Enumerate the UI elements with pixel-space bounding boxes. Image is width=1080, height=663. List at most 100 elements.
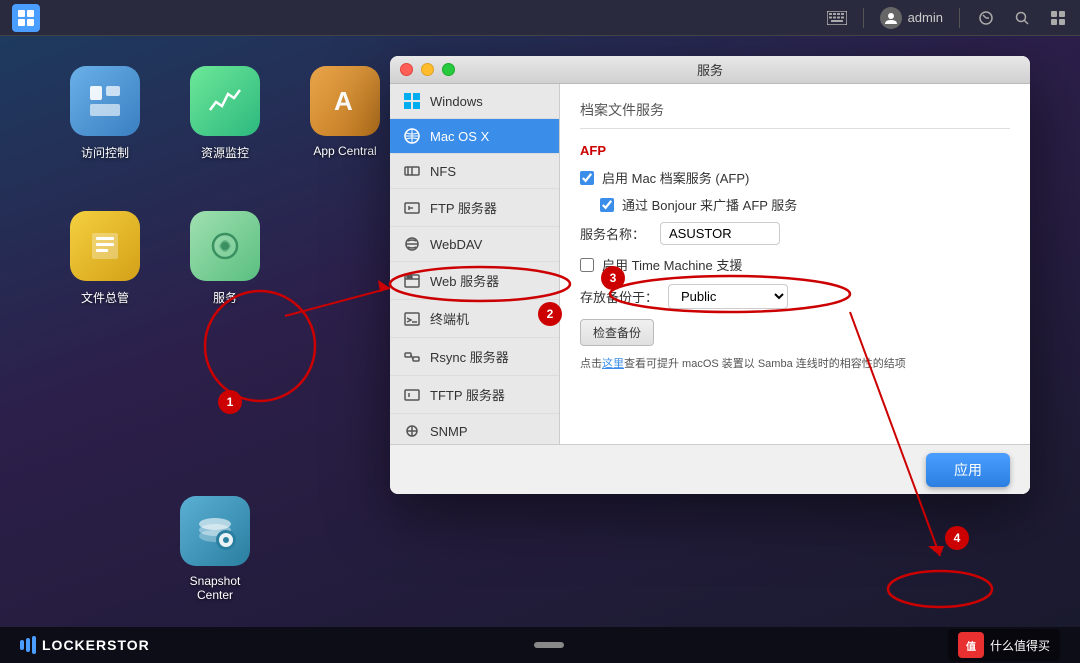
sidebar-item-windows[interactable]: Windows: [390, 84, 559, 119]
service-dialog: 服务 Windows: [390, 56, 1030, 494]
icon-access-control[interactable]: 访问控制: [60, 66, 150, 161]
watermark: 值 什么值得买: [948, 629, 1060, 661]
snapshot-label: Snapshot Center: [170, 574, 260, 602]
svg-text:1: 1: [227, 395, 234, 409]
windows-icon: [402, 93, 422, 109]
backup-share-select[interactable]: Public: [668, 284, 788, 309]
icon-app-central[interactable]: A App Central: [300, 66, 390, 161]
ftp-label: FTP 服务器: [430, 198, 497, 217]
snmp-icon: [402, 423, 422, 439]
enable-afp-row: 启用 Mac 档案服务 (AFP): [580, 168, 1010, 187]
sidebar-item-nfs[interactable]: NFS: [390, 154, 559, 189]
keyboard-icon[interactable]: [827, 8, 847, 28]
taskbar-right: 值 什么值得买: [948, 629, 1060, 661]
service-name-label: 服务名称：: [580, 224, 650, 243]
dialog-titlebar: 服务: [390, 56, 1030, 84]
access-control-label: 访问控制: [81, 144, 129, 161]
monitor-img: [190, 66, 260, 136]
icon-service[interactable]: 服务: [180, 211, 270, 306]
minimize-button[interactable]: [421, 63, 434, 76]
grid-icon[interactable]: [1048, 8, 1068, 28]
service-img: [190, 211, 260, 281]
note-link[interactable]: 这里: [602, 358, 624, 370]
sidebar-item-terminal[interactable]: 终端机: [390, 300, 559, 338]
afp-heading: AFP: [580, 143, 1010, 158]
stripe-3: [32, 636, 36, 654]
stripe-2: [26, 638, 30, 652]
backup-share-row: 存放备份于： Public: [580, 284, 1010, 309]
webdav-label: WebDAV: [430, 237, 482, 252]
files-img: [70, 211, 140, 281]
sidebar-item-ftp[interactable]: FTP 服务器: [390, 189, 559, 227]
enable-afp-label: 启用 Mac 档案服务 (AFP): [602, 168, 749, 187]
avatar: [880, 7, 902, 29]
ftp-icon: [402, 200, 422, 216]
sidebar-item-snmp[interactable]: SNMP: [390, 414, 559, 444]
topbar-left: [12, 4, 40, 32]
icon-row-2: 文件总管 服务: [60, 211, 270, 306]
divider-2: [959, 8, 960, 28]
divider-1: [863, 8, 864, 28]
brand: LOCKERSTOR: [20, 636, 150, 654]
section-title: 档案文件服务: [580, 100, 1010, 129]
service-name-row: 服务名称：: [580, 222, 1010, 245]
backup-share-label: 存放备份于：: [580, 287, 658, 306]
desktop: 访问控制 资源监控 A App Central: [0, 36, 1080, 627]
dialog-content: 档案文件服务 AFP 启用 Mac 档案服务 (AFP) 通过 Bonjour …: [560, 84, 1030, 444]
dialog-body: Windows Mac OS X: [390, 84, 1030, 444]
tftp-label: TFTP 服务器: [430, 385, 505, 404]
username-label: admin: [908, 10, 943, 25]
nfs-label: NFS: [430, 164, 456, 179]
nfs-icon: [402, 163, 422, 179]
dialog-footer: 应用: [390, 444, 1030, 494]
webdav-icon: [402, 236, 422, 252]
dialog-sidebar: Windows Mac OS X: [390, 84, 560, 444]
search-icon[interactable]: [1012, 8, 1032, 28]
apply-button[interactable]: 应用: [926, 453, 1010, 487]
brand-name: LOCKERSTOR: [42, 637, 150, 653]
check-backup-button[interactable]: 检查备份: [580, 319, 654, 346]
watermark-logo: 值: [958, 632, 984, 658]
tftp-icon: [402, 387, 422, 403]
content-note: 点击这里查看可提升 macOS 装置以 Samba 连线时的相容性的结项: [580, 356, 1010, 373]
svg-text:4: 4: [954, 531, 961, 545]
app-logo: [12, 4, 40, 32]
macos-label: Mac OS X: [430, 129, 489, 144]
web-label: Web 服务器: [430, 271, 499, 290]
taskbar-center: [534, 642, 564, 648]
files-label: 文件总管: [81, 289, 129, 306]
web-icon: [402, 273, 422, 289]
sidebar-item-macos[interactable]: Mac OS X: [390, 119, 559, 154]
watermark-text: 什么值得买: [990, 637, 1050, 654]
icon-monitor[interactable]: 资源监控: [180, 66, 270, 161]
sidebar-item-web[interactable]: Web 服务器: [390, 262, 559, 300]
enable-afp-checkbox[interactable]: [580, 171, 594, 185]
refresh-icon[interactable]: [976, 8, 996, 28]
dialog-title: 服务: [697, 60, 723, 79]
time-machine-checkbox[interactable]: [580, 258, 594, 272]
sidebar-item-rsync[interactable]: Rsync 服务器: [390, 338, 559, 376]
time-machine-row: 启用 Time Machine 支援: [580, 255, 1010, 274]
time-machine-label: 启用 Time Machine 支援: [602, 255, 742, 274]
sidebar-item-tftp[interactable]: TFTP 服务器: [390, 376, 559, 414]
windows-label: Windows: [430, 94, 483, 109]
taskbar-indicator: [534, 642, 564, 648]
icon-snapshot-center[interactable]: Snapshot Center: [170, 496, 260, 602]
app-central-img: A: [310, 66, 380, 136]
sidebar-item-webdav[interactable]: WebDAV: [390, 227, 559, 262]
rsync-icon: [402, 349, 422, 365]
topbar: admin: [0, 0, 1080, 36]
service-name-input[interactable]: [660, 222, 780, 245]
macos-icon: [402, 128, 422, 144]
taskbar: LOCKERSTOR 值 什么值得买: [0, 627, 1080, 663]
brand-stripes: [20, 636, 36, 654]
close-button[interactable]: [400, 63, 413, 76]
bonjour-checkbox[interactable]: [600, 198, 614, 212]
maximize-button[interactable]: [442, 63, 455, 76]
icon-files[interactable]: 文件总管: [60, 211, 150, 306]
svg-text:A: A: [334, 86, 353, 116]
check-backup-row: 检查备份: [580, 319, 1010, 346]
bonjour-row: 通过 Bonjour 来广播 AFP 服务: [600, 195, 1010, 214]
rsync-label: Rsync 服务器: [430, 347, 509, 366]
snapshot-img: [180, 496, 250, 566]
